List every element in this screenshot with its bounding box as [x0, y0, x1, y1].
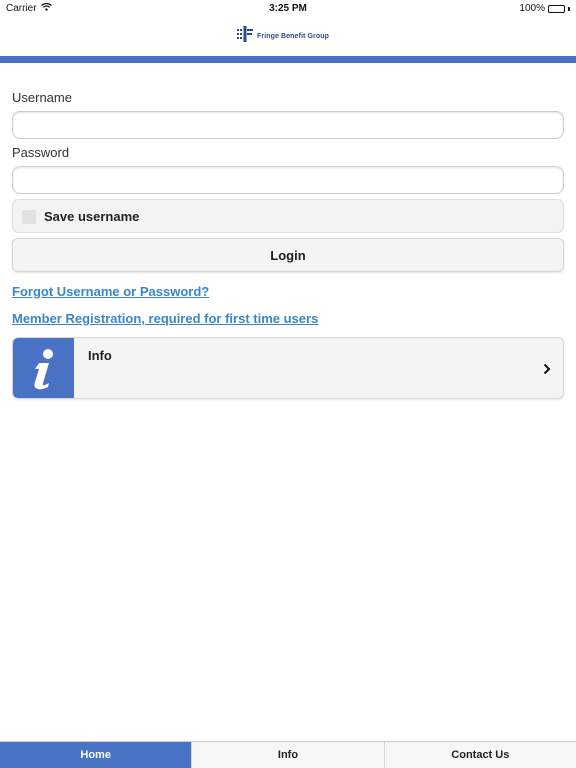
tab-info[interactable]: Info	[191, 742, 384, 768]
password-label: Password	[12, 145, 70, 160]
login-button[interactable]: Login	[12, 238, 564, 272]
app-header: Fringe Benefit Group	[0, 18, 576, 56]
info-card[interactable]: Info	[12, 337, 564, 399]
tab-contact-us[interactable]: Contact Us	[383, 742, 576, 768]
password-input[interactable]	[12, 166, 564, 194]
logo-text: Fringe Benefit Group	[257, 33, 329, 40]
username-input[interactable]	[12, 111, 564, 139]
save-username-toggle[interactable]: Save username	[12, 199, 564, 233]
status-time: 3:25 PM	[269, 3, 307, 14]
tab-home[interactable]: Home	[0, 742, 192, 768]
header-accent-bar	[0, 56, 576, 63]
app-screen: Carrier 3:25 PM 100% Fringe Benefit Grou…	[0, 0, 576, 768]
member-registration-link[interactable]: Member Registration, required for first …	[12, 311, 318, 326]
status-bar: Carrier 3:25 PM 100%	[0, 0, 576, 18]
forgot-credentials-link[interactable]: Forgot Username or Password?	[12, 284, 209, 299]
logo-mark-icon	[236, 26, 254, 47]
username-label: Username	[12, 90, 72, 105]
brand-logo: Fringe Benefit Group	[236, 26, 329, 47]
info-card-title: Info	[88, 348, 112, 363]
info-icon	[13, 338, 74, 398]
battery-tip	[568, 6, 570, 11]
status-right: 100%	[519, 3, 570, 14]
battery-percent: 100%	[519, 3, 545, 14]
save-username-label: Save username	[44, 209, 140, 224]
bottom-tab-bar: Home Info Contact Us	[0, 741, 576, 768]
chevron-right-icon	[543, 362, 551, 380]
save-username-checkbox[interactable]	[22, 210, 36, 224]
battery-icon	[548, 4, 565, 13]
